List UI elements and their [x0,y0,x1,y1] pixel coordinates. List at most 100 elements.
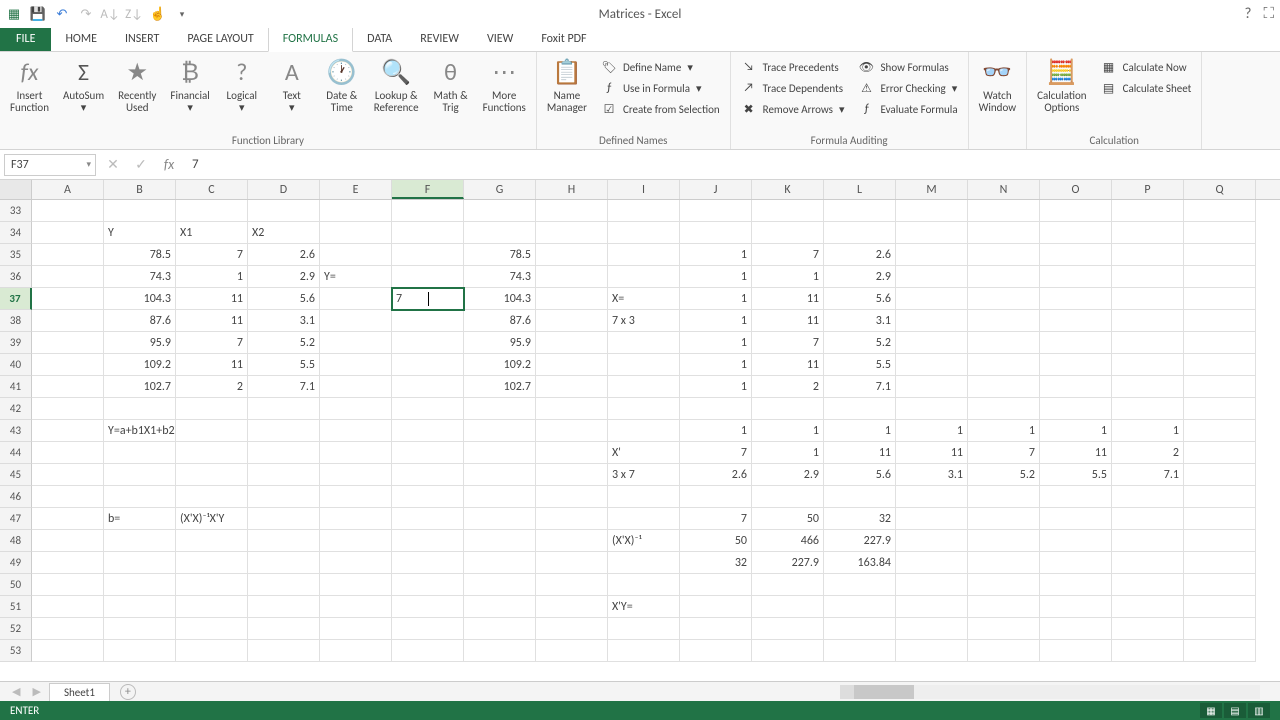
cell[interactable] [1184,530,1256,552]
cell[interactable]: 104.3 [464,288,536,310]
cell[interactable] [968,332,1040,354]
cell[interactable] [32,596,104,618]
column-header[interactable]: K [752,180,824,199]
cell[interactable] [176,464,248,486]
cell[interactable] [1112,376,1184,398]
show-formulas-button[interactable]: 👁Show Formulas [857,58,960,76]
cell[interactable] [1112,266,1184,288]
row-header[interactable]: 34 [0,222,32,244]
cell[interactable] [1040,332,1112,354]
cell[interactable] [1184,618,1256,640]
cell[interactable] [464,574,536,596]
cell[interactable] [608,640,680,662]
row-header[interactable]: 48 [0,530,32,552]
cell[interactable] [896,222,968,244]
sort-asc-icon[interactable]: A↓ [102,6,118,22]
cell[interactable] [896,508,968,530]
cell[interactable] [608,200,680,222]
cell[interactable] [536,266,608,288]
financial-button[interactable]: ₿Financial▾ [166,54,213,116]
cell[interactable]: 466 [752,530,824,552]
cell[interactable] [104,398,176,420]
cell[interactable]: 1 [824,420,896,442]
cell[interactable]: 87.6 [464,310,536,332]
name-box[interactable]: F37 [4,154,96,176]
row-header[interactable]: 47 [0,508,32,530]
cell[interactable]: 11 [176,354,248,376]
sort-desc-icon[interactable]: Z↓ [126,6,142,22]
cell[interactable] [1184,398,1256,420]
cell[interactable] [536,420,608,442]
cell[interactable] [32,640,104,662]
cell[interactable]: 5.6 [248,288,320,310]
cell[interactable] [608,398,680,420]
cell[interactable] [752,618,824,640]
cell[interactable]: 104.3 [104,288,176,310]
math-button[interactable]: θMath & Trig [429,54,473,116]
cell[interactable] [1112,640,1184,662]
cell[interactable] [968,310,1040,332]
column-header[interactable]: I [608,180,680,199]
cell[interactable] [1040,222,1112,244]
cell[interactable] [536,244,608,266]
cell[interactable] [392,596,464,618]
cell[interactable] [968,398,1040,420]
cell[interactable]: 1 [752,420,824,442]
cell[interactable] [104,486,176,508]
cell[interactable] [1184,596,1256,618]
cell[interactable] [320,508,392,530]
cell[interactable] [392,486,464,508]
column-header[interactable]: C [176,180,248,199]
row-header[interactable]: 42 [0,398,32,420]
cell[interactable] [1184,640,1256,662]
cell[interactable]: 1 [680,420,752,442]
tab-formulas[interactable]: FORMULAS [268,27,353,52]
cell[interactable] [968,288,1040,310]
cell[interactable] [896,332,968,354]
cell[interactable] [1184,332,1256,354]
date-time-button[interactable]: 🕐Date & Time [320,54,364,116]
cell[interactable]: 109.2 [104,354,176,376]
row-header[interactable]: 35 [0,244,32,266]
text-button[interactable]: AText▾ [270,54,314,116]
cell[interactable]: 5.2 [824,332,896,354]
cell[interactable]: 5.6 [824,464,896,486]
cell[interactable] [320,310,392,332]
column-header[interactable]: M [896,180,968,199]
cell[interactable]: 7 x 3 [608,310,680,332]
cell[interactable] [320,200,392,222]
cell[interactable]: 87.6 [104,310,176,332]
cell[interactable]: 1 [896,420,968,442]
cell[interactable]: 11 [824,442,896,464]
cell[interactable]: 7 [680,508,752,530]
cell[interactable]: X1 [176,222,248,244]
cell[interactable] [1040,288,1112,310]
cell[interactable] [896,640,968,662]
cell[interactable] [392,530,464,552]
fx-icon[interactable]: fx [158,154,180,176]
cell[interactable] [248,530,320,552]
cell[interactable] [896,596,968,618]
row-header[interactable]: 33 [0,200,32,222]
column-header[interactable]: O [1040,180,1112,199]
cell[interactable]: 102.7 [464,376,536,398]
cell[interactable] [1184,420,1256,442]
row-header[interactable]: 43 [0,420,32,442]
cell[interactable] [1112,398,1184,420]
cell[interactable]: 11 [752,354,824,376]
cell[interactable] [464,530,536,552]
cell[interactable] [248,552,320,574]
cell[interactable]: 227.9 [752,552,824,574]
tab-data[interactable]: DATA [353,28,406,51]
trace-precedents-button[interactable]: ↘Trace Precedents [739,58,847,76]
cell[interactable] [176,420,248,442]
column-header[interactable]: B [104,180,176,199]
cell[interactable] [536,552,608,574]
cell[interactable] [536,354,608,376]
cell[interactable]: 2 [176,376,248,398]
cell[interactable] [320,222,392,244]
cell[interactable] [392,552,464,574]
cell[interactable] [608,420,680,442]
cell[interactable]: 50 [752,508,824,530]
cell[interactable]: X= [608,288,680,310]
